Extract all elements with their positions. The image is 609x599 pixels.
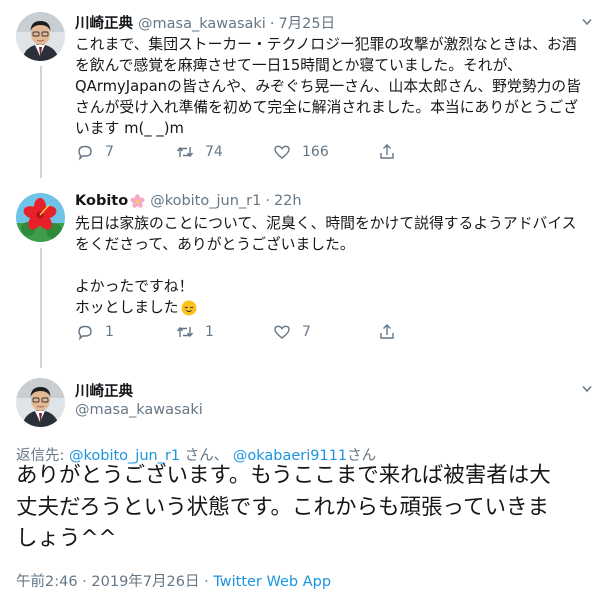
reply-user-link[interactable]: @okabaeri9111	[233, 448, 347, 464]
thread-line	[40, 66, 42, 178]
tweet-text-line: を飲んで感覚を麻痺させて一日15時間とか寝ていました。それが、	[75, 57, 522, 74]
tweet-text-line: をくださって、ありがとうございました。	[75, 236, 355, 253]
retweet-count: 1	[205, 324, 214, 340]
user-handle[interactable]: @masa_kawasaki	[75, 402, 203, 418]
reply-honorific: さん、	[180, 448, 233, 464]
like-button[interactable]: 7	[272, 322, 377, 342]
flower-icon	[130, 193, 145, 208]
tweet-text-line: さんが受け入れ準備を初めて完全に解消されました。本当にありがとうござ	[75, 99, 579, 116]
tweet-actions: 1 1 7	[75, 322, 397, 342]
like-count: 166	[302, 144, 329, 160]
like-button[interactable]: 166	[272, 142, 377, 162]
client-link[interactable]: Twitter Web App	[213, 574, 331, 590]
reply-honorific: さん	[347, 448, 377, 464]
reply-icon	[78, 325, 92, 341]
reply-count: 1	[105, 324, 114, 340]
replying-to-label: 返信先:	[16, 448, 69, 464]
display-name[interactable]: 川崎正典	[75, 12, 133, 33]
tweet-text-line: よかったですね！	[75, 278, 194, 295]
tweet-text-line: 丈夫だろうという状態です。これからも頑張っていきま	[16, 494, 549, 520]
like-count: 7	[302, 324, 311, 340]
retweet-icon	[176, 326, 194, 338]
display-name[interactable]: 川崎正典	[75, 380, 133, 401]
tweet-text-line-content: ホッとしました	[75, 299, 179, 316]
separator-dot: ·	[269, 16, 275, 32]
tweet-time[interactable]: 22h	[274, 193, 302, 209]
replying-to: 返信先: @kobito_jun_r1 さん、 @okabaeri9111さん	[16, 444, 376, 465]
thread-line	[40, 248, 42, 368]
tweet-timestamp[interactable]: 午前2:46 · 2019年7月26日 ·	[16, 574, 213, 590]
tweet-text-line: QArmyJapanの皆さんや、みぞぐち晃一さん、山本太郎さん、野党勢力の皆	[75, 78, 581, 95]
retweet-count: 74	[205, 144, 223, 160]
heart-icon	[274, 145, 290, 159]
reply-count: 7	[105, 144, 114, 160]
chevron-down-icon[interactable]	[582, 385, 592, 393]
tweet-text-line: しょう^^	[16, 526, 117, 551]
avatar-masa-kawasaki[interactable]	[16, 378, 65, 427]
heart-icon	[274, 325, 290, 339]
separator-dot: ·	[265, 193, 270, 209]
chevron-down-icon[interactable]	[582, 18, 592, 26]
tweet-text-line: います m(_ _)m	[75, 120, 184, 137]
relieved-face-icon	[181, 300, 197, 315]
avatar-masa-kawasaki[interactable]	[16, 12, 65, 61]
tweet-text-line	[75, 255, 576, 276]
tweet-text: これまで、集団ストーカー・テクノロジー犯罪の攻撃が激烈なときは、お酒 を飲んで感…	[75, 34, 581, 139]
user-handle[interactable]: @kobito_jun_r1	[150, 193, 261, 209]
retweet-button[interactable]: 74	[175, 142, 272, 162]
reply-icon	[78, 145, 92, 161]
share-icon	[380, 144, 394, 159]
main-tweet-text: ありがとうございます。もうここまで来れば被害者は大 丈夫だろうという状態です。こ…	[16, 460, 606, 555]
retweet-button[interactable]: 1	[175, 322, 272, 342]
tweet-text-line: これまで、集団ストーカー・テクノロジー犯罪の攻撃が激烈なときは、お酒	[75, 36, 577, 53]
share-icon	[380, 324, 394, 339]
tweet-text-line: 先日は家族のことについて、泥臭く、時間をかけて説得するようアドバイス	[75, 215, 577, 232]
share-button[interactable]	[377, 142, 397, 162]
tweet-text-line: ありがとうございます。もうここまで来れば被害者は大	[16, 463, 551, 488]
tweet-meta: 午前2:46 · 2019年7月26日 · Twitter Web App	[16, 570, 331, 591]
share-button[interactable]	[377, 322, 397, 342]
tweet-text: 先日は家族のことについて、泥臭く、時間をかけて説得するようアドバイス をくださっ…	[75, 213, 576, 318]
tweet-actions: 7 74 166	[75, 142, 397, 162]
reply-button[interactable]: 7	[75, 142, 175, 162]
avatar-kobito[interactable]	[16, 193, 65, 242]
tweet-text-line: ホッとしました	[75, 297, 576, 318]
reply-button[interactable]: 1	[75, 322, 175, 342]
display-name[interactable]: Kobito	[75, 193, 128, 209]
tweet-time[interactable]: 7月25日	[278, 12, 335, 33]
tweet-2[interactable]: Kobito @kobito_jun_r1 · 22h 先日は家族のことについて…	[0, 176, 609, 368]
tweet-1[interactable]: 川崎正典 @masa_kawasaki · 7月25日 これまで、集団ストーカー…	[0, 0, 609, 178]
user-handle[interactable]: @masa_kawasaki	[138, 16, 266, 32]
reply-user-link[interactable]: @kobito_jun_r1	[69, 448, 180, 464]
retweet-icon	[176, 146, 194, 158]
